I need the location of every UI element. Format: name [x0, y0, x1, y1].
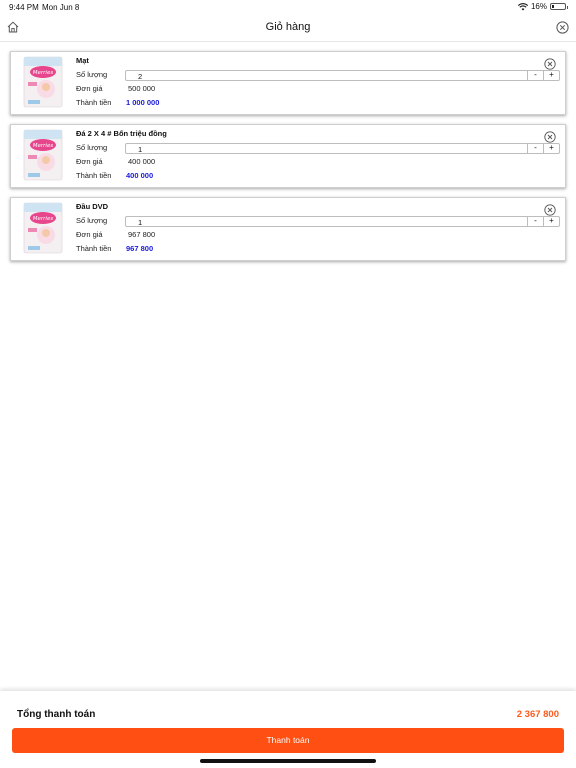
increase-button[interactable]: + — [543, 143, 559, 154]
thumbnail-brand: Merries — [33, 143, 54, 149]
product-thumbnail: Merries — [23, 202, 63, 254]
decrease-button[interactable]: - — [527, 70, 543, 81]
total-value: 2 367 800 — [516, 709, 559, 720]
subtotal-label: Thành tiền — [76, 244, 112, 253]
unit-price-value: 400 000 — [128, 157, 156, 166]
battery-percent: 16% — [530, 2, 547, 11]
quantity-stepper: - + — [125, 70, 560, 81]
status-right: 16% — [517, 2, 568, 11]
nav-bar: Giỏ hàng — [0, 14, 576, 42]
close-icon[interactable] — [556, 21, 569, 34]
unit-price-label: Đơn giá — [76, 230, 103, 239]
increase-button[interactable]: + — [543, 216, 559, 227]
unit-price-label: Đơn giá — [76, 157, 103, 166]
subtotal-value: 400 000 — [126, 171, 154, 180]
product-name: Đầu DVD — [76, 202, 109, 211]
battery-level — [552, 5, 554, 8]
quantity-label: Số lượng — [76, 216, 108, 225]
quantity-stepper: - + — [125, 216, 560, 227]
remove-item-icon[interactable] — [544, 131, 556, 143]
quantity-input[interactable] — [138, 145, 518, 154]
remove-item-icon[interactable] — [544, 58, 556, 70]
product-name: Mạt — [76, 56, 89, 65]
increase-button[interactable]: + — [543, 70, 559, 81]
checkout-button[interactable]: Thanh toán — [12, 728, 564, 753]
unit-price-value: 500 000 — [128, 84, 156, 93]
quantity-stepper: - + — [125, 143, 560, 154]
thumbnail-brand: Merries — [33, 216, 54, 222]
quantity-label: Số lượng — [76, 70, 108, 79]
cart-item: Merries Đá 2 X 4 # Bốn triệu đồng Số lượ… — [10, 124, 566, 188]
product-name: Đá 2 X 4 # Bốn triệu đồng — [76, 129, 167, 138]
quantity-label: Số lượng — [76, 143, 108, 152]
subtotal-label: Thành tiền — [76, 171, 112, 180]
decrease-button[interactable]: - — [527, 143, 543, 154]
unit-price-value: 967 800 — [128, 230, 156, 239]
cart-item: Merries Đầu DVD Số lượng - + Đơn giá 967… — [10, 197, 566, 261]
total-label: Tổng thanh toán — [17, 709, 96, 720]
checkout-footer: Tổng thanh toán 2 367 800 Thanh toán — [0, 691, 576, 768]
quantity-input[interactable] — [138, 72, 518, 81]
product-thumbnail: Merries — [23, 56, 63, 108]
subtotal-value: 1 000 000 — [126, 98, 160, 107]
battery-icon — [550, 3, 568, 10]
wifi-icon — [517, 2, 528, 10]
remove-item-icon[interactable] — [544, 204, 556, 216]
thumbnail-brand: Merries — [33, 70, 54, 76]
unit-price-label: Đơn giá — [76, 84, 103, 93]
subtotal-value: 967 800 — [126, 244, 154, 253]
page-title: Giỏ hàng — [265, 21, 311, 33]
cart-item: Merries Mạt Số lượng - + Đơn giá 500 000… — [10, 51, 566, 115]
decrease-button[interactable]: - — [527, 216, 543, 227]
subtotal-label: Thành tiền — [76, 98, 112, 107]
product-thumbnail: Merries — [23, 129, 63, 181]
status-date: Mon Jun 8 — [42, 3, 80, 12]
quantity-input[interactable] — [138, 218, 518, 227]
home-indicator — [200, 759, 376, 763]
status-bar: 9:44 PM Mon Jun 8 16% — [0, 0, 576, 14]
status-time: 9:44 PM — [9, 3, 39, 12]
